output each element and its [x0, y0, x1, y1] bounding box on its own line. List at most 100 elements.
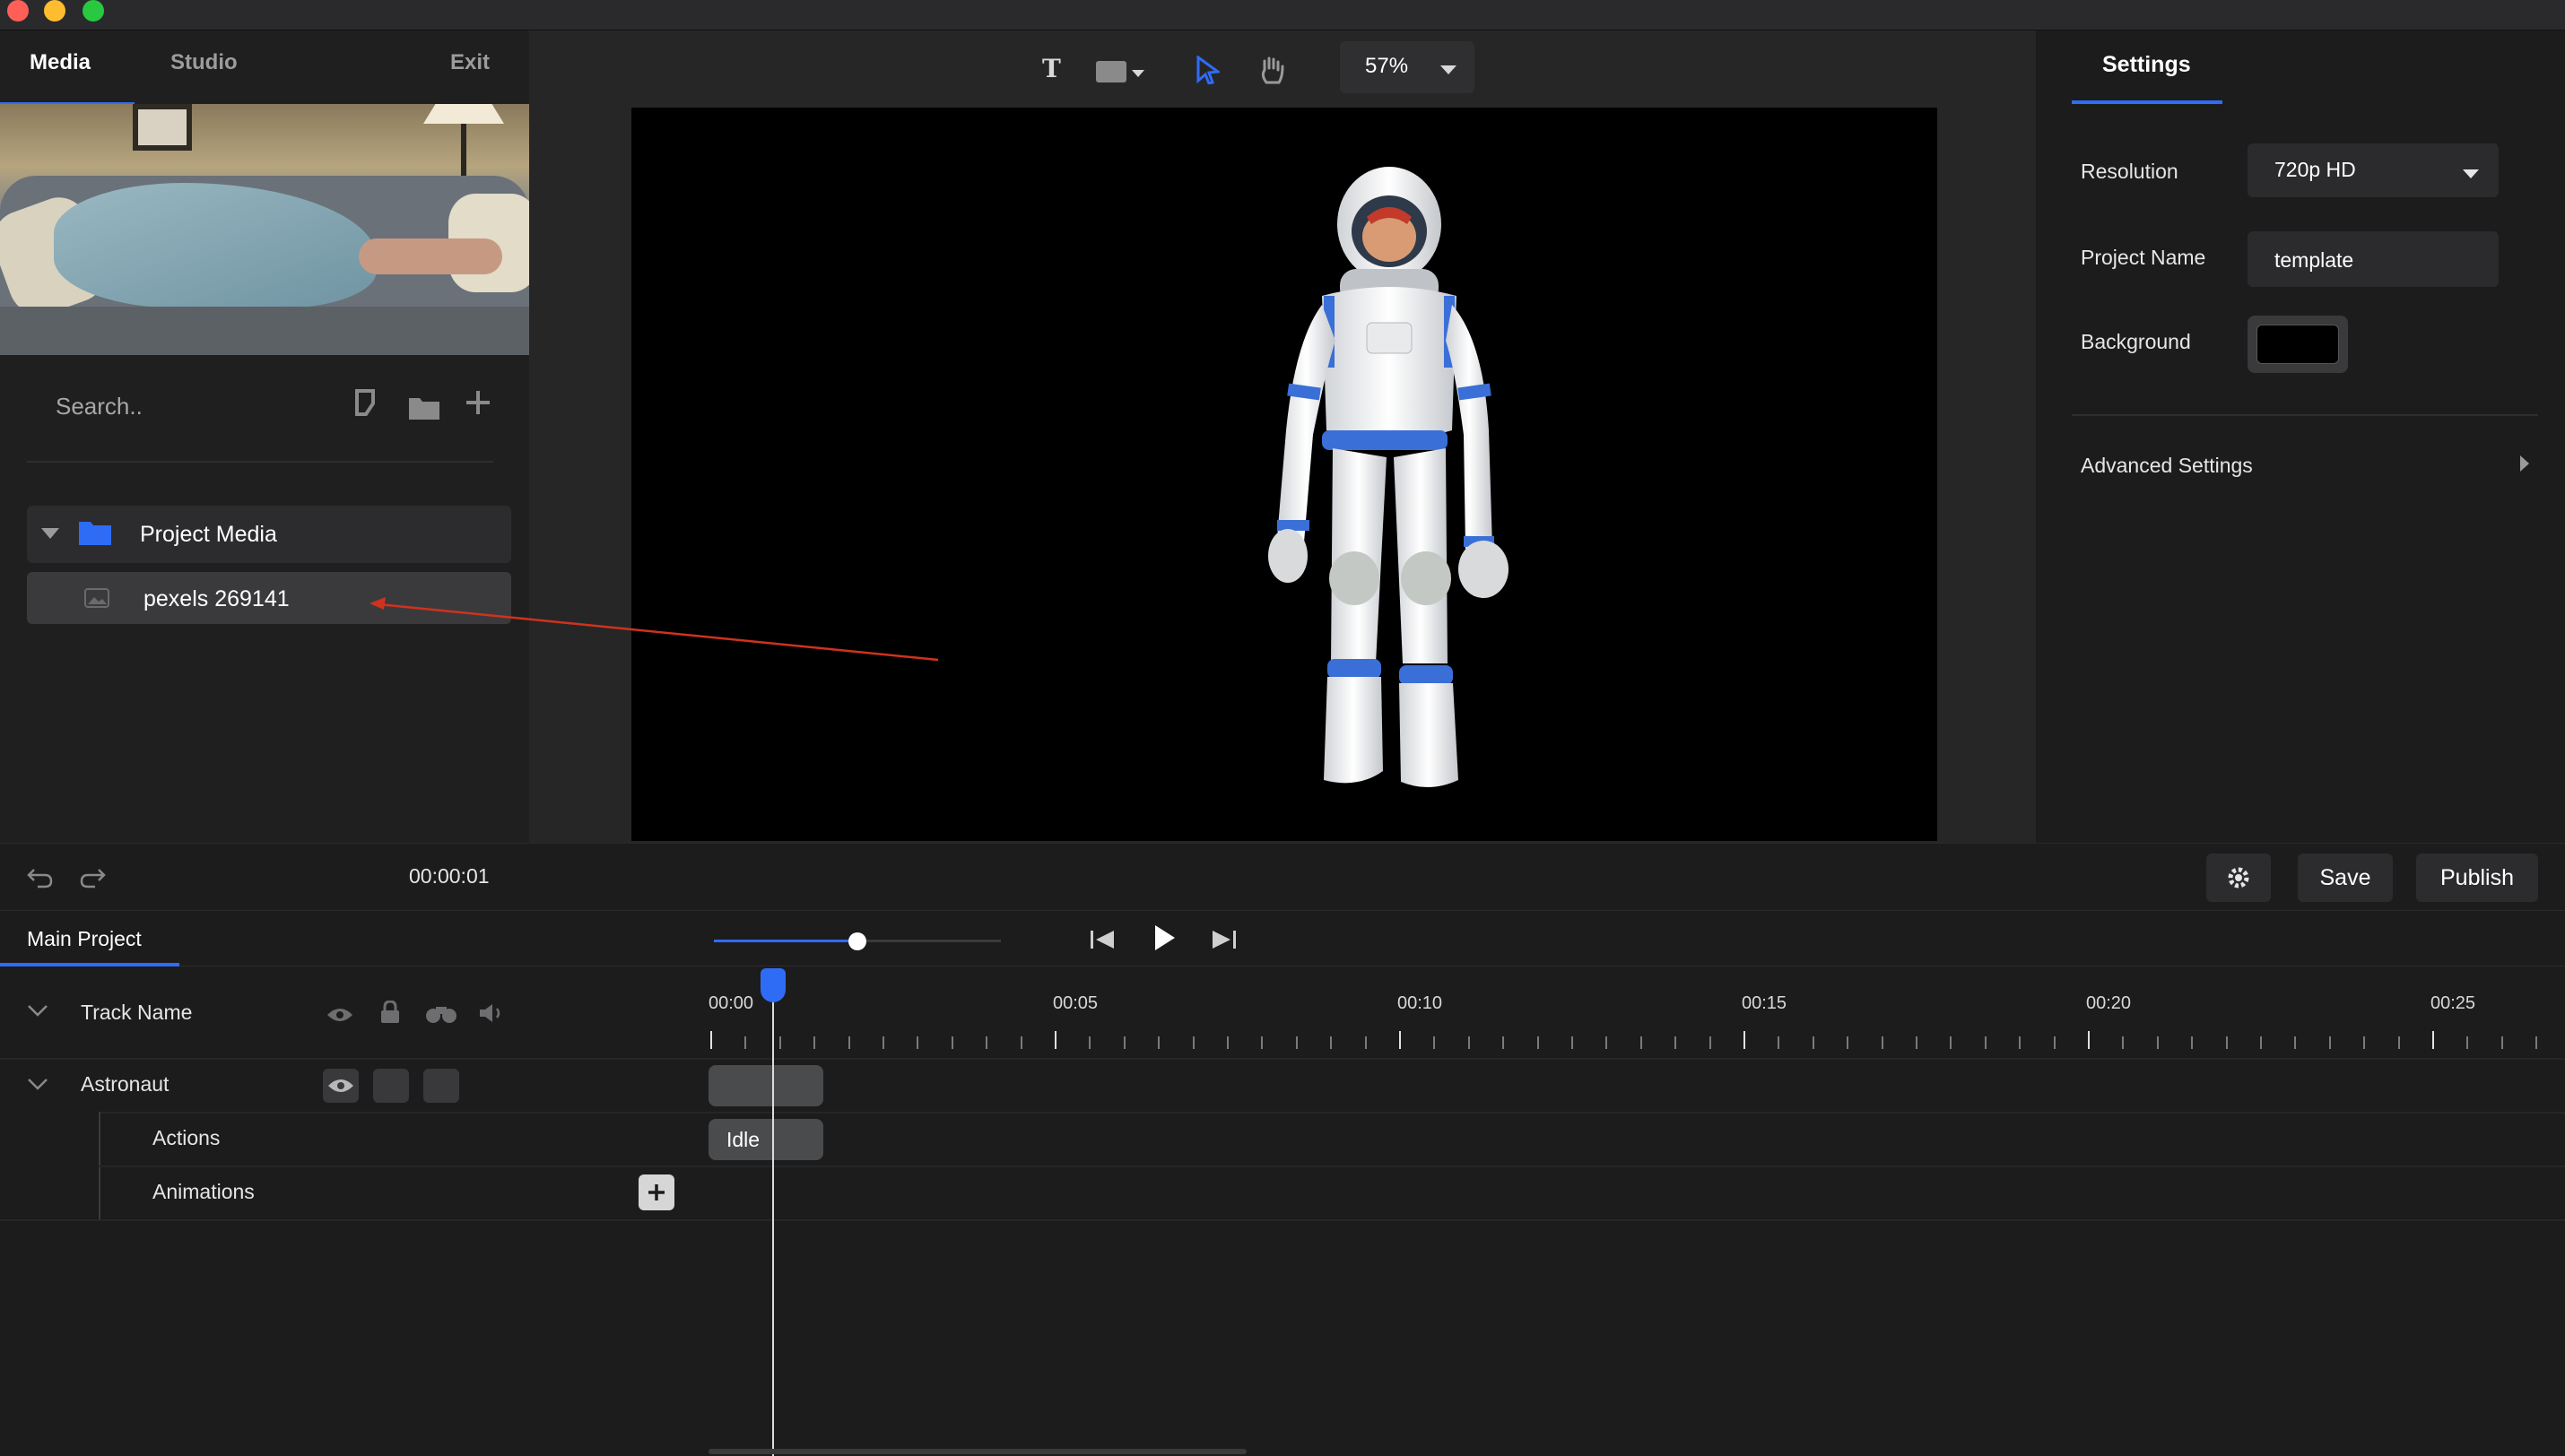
ruler-tick — [2328, 1036, 2331, 1049]
window-minimize-button[interactable] — [44, 0, 65, 22]
window-close-button[interactable] — [7, 0, 29, 22]
divider — [99, 1166, 2565, 1167]
chevron-right-icon[interactable] — [2520, 455, 2529, 476]
ruler-label: 00:15 — [1742, 993, 1787, 1013]
ruler-tick — [2225, 1036, 2228, 1049]
playback-progress-handle[interactable] — [848, 932, 866, 950]
subtrack-label-animations: Animations — [152, 1180, 255, 1203]
astronaut-model[interactable] — [1223, 161, 1546, 825]
eye-icon[interactable] — [326, 1006, 353, 1028]
timeline-scrollbar[interactable] — [709, 1449, 1247, 1454]
divider — [2072, 414, 2538, 416]
playhead-line — [772, 986, 774, 1456]
wall-picture — [133, 104, 192, 151]
ruler-tick — [1674, 1036, 1677, 1049]
stage-canvas[interactable] — [631, 108, 1937, 841]
project-name-label: Project Name — [2081, 246, 2206, 269]
chevron-down-icon[interactable] — [41, 527, 59, 543]
ruler-tick — [1950, 1036, 1952, 1049]
playhead-handle[interactable] — [761, 968, 786, 1002]
transport-bar — [0, 843, 2565, 911]
advanced-settings-label[interactable]: Advanced Settings — [2081, 454, 2253, 478]
new-file-icon[interactable] — [353, 387, 380, 426]
chevron-down-icon[interactable] — [27, 1004, 48, 1021]
clip-label: Idle — [726, 1128, 761, 1151]
divider — [0, 1058, 2565, 1060]
text-tool-icon[interactable]: T — [1042, 54, 1061, 83]
tab-main-project[interactable]: Main Project — [27, 927, 142, 951]
background-color-swatch[interactable] — [2256, 325, 2339, 364]
tab-studio[interactable]: Studio — [170, 50, 238, 75]
chevron-down-icon[interactable] — [1440, 63, 1456, 79]
lock-icon[interactable] — [380, 1000, 400, 1028]
chevron-down-icon[interactable] — [27, 1078, 48, 1095]
image-icon — [84, 588, 109, 612]
ruler-tick — [1192, 1036, 1195, 1049]
track-lock-toggle[interactable] — [373, 1069, 409, 1103]
chevron-down-icon[interactable] — [2463, 167, 2479, 183]
playback-progress-fill — [714, 940, 857, 942]
folder-icon[interactable] — [409, 393, 439, 428]
ruler-tick — [1743, 1031, 1745, 1049]
ruler-tick — [1812, 1036, 1814, 1049]
media-search-input[interactable]: Search.. — [56, 393, 143, 420]
ruler-tick — [710, 1031, 712, 1049]
ruler-tick — [2122, 1036, 2125, 1049]
binoculars-icon[interactable] — [425, 1004, 457, 1028]
play-icon[interactable] — [1153, 923, 1177, 957]
skip-back-icon[interactable] — [1091, 929, 1116, 955]
window-maximize-button[interactable] — [83, 0, 104, 22]
track-label-astronaut[interactable]: Astronaut — [81, 1072, 169, 1096]
tab-media[interactable]: Media — [30, 50, 91, 75]
media-preview-thumbnail[interactable] — [0, 104, 529, 355]
ruler-tick — [986, 1036, 988, 1049]
ruler-tick — [1295, 1036, 1298, 1049]
ruler-tick — [1227, 1036, 1229, 1049]
timeline-header — [0, 911, 2565, 966]
hand-icon[interactable] — [1259, 56, 1286, 91]
skip-forward-icon[interactable] — [1211, 929, 1236, 955]
ruler-tick — [778, 1036, 781, 1049]
track-solo-toggle[interactable] — [423, 1069, 459, 1103]
ruler-tick — [1433, 1036, 1436, 1049]
media-item-label: pexels 269141 — [143, 586, 290, 611]
cursor-icon[interactable] — [1196, 55, 1222, 89]
speaker-icon[interactable] — [479, 1002, 506, 1028]
ruler-tick — [2156, 1036, 2159, 1049]
ruler-tick — [2500, 1036, 2503, 1049]
timeline-clip[interactable] — [709, 1065, 823, 1106]
exit-button[interactable]: Exit — [450, 50, 490, 75]
ruler-tick — [1605, 1036, 1608, 1049]
ruler-tick — [1639, 1036, 1642, 1049]
ruler-tick — [951, 1036, 953, 1049]
publish-button[interactable]: Publish — [2416, 854, 2538, 902]
settings-button[interactable] — [2206, 854, 2271, 902]
undo-icon[interactable] — [27, 862, 54, 894]
ruler-tick — [2019, 1036, 2022, 1049]
eye-icon — [328, 1079, 353, 1092]
ruler-tick — [1261, 1036, 1264, 1049]
tab-settings[interactable]: Settings — [2102, 52, 2191, 78]
project-name-value: template — [2274, 248, 2354, 272]
ruler-tick — [1984, 1036, 1987, 1049]
ruler-tick — [2260, 1036, 2262, 1049]
shape-tool-icon[interactable] — [1096, 59, 1150, 89]
ruler-tick — [1020, 1036, 1022, 1049]
person-legs — [359, 238, 502, 274]
ruler-tick — [744, 1036, 747, 1049]
add-icon[interactable] — [465, 389, 491, 424]
add-animation-button[interactable] — [639, 1174, 674, 1210]
track-name-header: Track Name — [81, 1001, 193, 1024]
gear-icon — [2228, 867, 2249, 888]
ruler-tick — [1778, 1036, 1780, 1049]
save-button[interactable]: Save — [2298, 854, 2393, 902]
ruler-tick — [1847, 1036, 1849, 1049]
ruler-label: 00:25 — [2430, 993, 2476, 1013]
window-titlebar — [0, 0, 2565, 30]
ruler-tick — [883, 1036, 884, 1049]
ruler-tick — [2088, 1031, 2090, 1049]
ruler-tick — [848, 1036, 850, 1049]
ruler-tick — [1123, 1036, 1126, 1049]
redo-icon[interactable] — [79, 862, 106, 894]
track-visibility-toggle[interactable] — [323, 1069, 359, 1103]
